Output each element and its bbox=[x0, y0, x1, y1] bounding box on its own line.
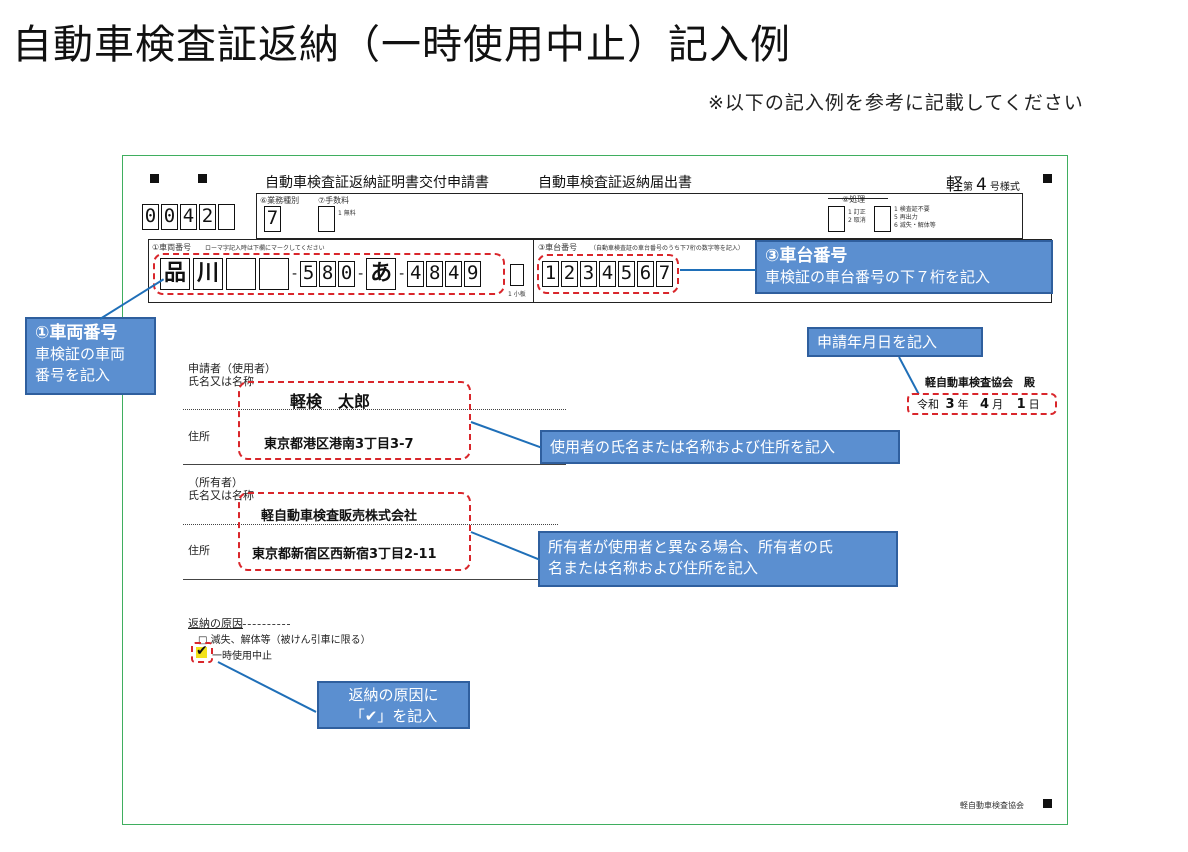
form-code-digit: 4 bbox=[180, 204, 197, 230]
form-title-notification: 自動車検査証返納届出書 bbox=[538, 175, 692, 191]
reason-option-2: 一時使用中止 bbox=[212, 651, 272, 662]
fee-label: ⑦手数料 bbox=[318, 196, 350, 205]
form-code-digit: 2 bbox=[199, 204, 216, 230]
form-no-dai: 第 bbox=[963, 182, 973, 193]
chassis-number-label: ③車台番号 bbox=[538, 243, 578, 252]
registration-mark bbox=[1043, 174, 1052, 183]
callout-chassis-body: 車検証の車台番号の下７桁を記入 bbox=[765, 268, 991, 286]
date-year: 3 bbox=[945, 397, 955, 412]
small-plate-box bbox=[510, 264, 524, 286]
date-day-unit: 日 bbox=[1028, 398, 1040, 411]
callout-vehicle-number: ①車両番号 車検証の車両 番号を記入 bbox=[25, 317, 156, 395]
callout-owner-line-1: 所有者が使用者と異なる場合、所有者の氏 bbox=[548, 538, 834, 556]
callout-vehicle-body-1: 車検証の車両 bbox=[35, 345, 126, 363]
callout-reason-line-2: 「✔」を記入 bbox=[349, 707, 438, 725]
processing-box-2 bbox=[874, 206, 891, 232]
date-day: 1 bbox=[1016, 397, 1026, 412]
processing-label: ⑥処理 bbox=[842, 195, 866, 204]
registration-mark bbox=[1043, 799, 1052, 808]
callout-owner: 所有者が使用者と異なる場合、所有者の氏 名または名称および住所を記入 bbox=[538, 531, 898, 587]
form-code-digit bbox=[218, 204, 235, 230]
callout-owner-line-2: 名または名称および住所を記入 bbox=[548, 559, 759, 577]
chassis-number-hint: （自動車検査証の車台番号のうち下7桁の数字等を記入） bbox=[590, 245, 744, 252]
reason-title-underline bbox=[238, 624, 290, 625]
callout-applicant: 使用者の氏名または名称および住所を記入 bbox=[540, 430, 900, 464]
fee-box bbox=[318, 206, 335, 232]
reason-title: 返納の原因 bbox=[188, 617, 243, 630]
vehicle-number-label: ①車両番号 bbox=[152, 243, 192, 252]
form-no-suffix: 号様式 bbox=[989, 182, 1020, 193]
processing-bracket bbox=[828, 198, 888, 199]
processing-opt-b: 2 取消 bbox=[848, 217, 866, 224]
vehicle-number-hint: ローマ字記入時は下欄にマークしてください bbox=[205, 245, 325, 252]
date-year-unit: 年 bbox=[957, 398, 969, 411]
owner-address-label: 住所 bbox=[188, 544, 210, 557]
form-code-digits: 0 0 4 2 bbox=[142, 204, 235, 230]
fee-option: 1 無料 bbox=[338, 210, 356, 217]
applicant-address-line bbox=[183, 464, 566, 465]
date-month: 4 bbox=[980, 397, 990, 412]
reason-highlight bbox=[191, 642, 213, 663]
owner-highlight bbox=[238, 492, 471, 571]
registration-mark bbox=[198, 174, 207, 183]
form-title-application: 自動車検査証返納証明書交付申請書 bbox=[265, 175, 489, 191]
owner-address-line bbox=[183, 579, 558, 580]
applicant-address-label: 住所 bbox=[188, 430, 210, 443]
form-code-digit: 0 bbox=[142, 204, 159, 230]
date-month-unit: 月 bbox=[992, 398, 1004, 411]
callout-vehicle-body-2: 番号を記入 bbox=[35, 366, 111, 384]
vehicle-number-highlight bbox=[153, 253, 505, 295]
instruction-note: ※以下の記入例を参考に記載してください bbox=[708, 92, 1084, 114]
processing-box-1 bbox=[828, 206, 845, 232]
footer-org: 軽自動車検査協会 bbox=[960, 801, 1024, 810]
application-date: 令和 3年 4月 1日 bbox=[917, 396, 1040, 412]
reason-option-1: □ 滅失、解体等（被けん引車に限る） bbox=[198, 635, 371, 646]
form-no-num: 4 bbox=[976, 175, 987, 195]
callout-reason-line-1: 返納の原因に bbox=[348, 686, 439, 704]
date-era: 令和 bbox=[917, 398, 939, 411]
form-no-kei: 軽 bbox=[946, 175, 963, 195]
addressee: 軽自動車検査協会 殿 bbox=[925, 376, 1035, 389]
callout-reason: 返納の原因に 「✔」を記入 bbox=[317, 681, 470, 729]
leader-line-chassis bbox=[680, 269, 756, 271]
business-type-value: 7 bbox=[264, 206, 281, 232]
callout-date: 申請年月日を記入 bbox=[807, 327, 983, 357]
small-plate-label: 1 小板 bbox=[508, 291, 526, 298]
callout-vehicle-title: ①車両番号 bbox=[35, 323, 118, 343]
business-type-label: ⑥業務種別 bbox=[260, 196, 300, 205]
page-title: 自動車検査証返納（一時使用中止）記入例 bbox=[12, 22, 791, 68]
processing-opt-c3: 6 滅失・解体等 bbox=[894, 222, 936, 229]
form-code-digit: 0 bbox=[161, 204, 178, 230]
applicant-highlight bbox=[238, 381, 471, 460]
callout-chassis-title: ③車台番号 bbox=[765, 246, 848, 266]
vehicle-row-divider bbox=[533, 239, 534, 303]
chassis-number-highlight bbox=[537, 254, 679, 294]
callout-chassis-number: ③車台番号 車検証の車台番号の下７桁を記入 bbox=[755, 240, 1053, 294]
registration-mark bbox=[150, 174, 159, 183]
form-number: 軽第 4 号様式 bbox=[946, 170, 1020, 195]
